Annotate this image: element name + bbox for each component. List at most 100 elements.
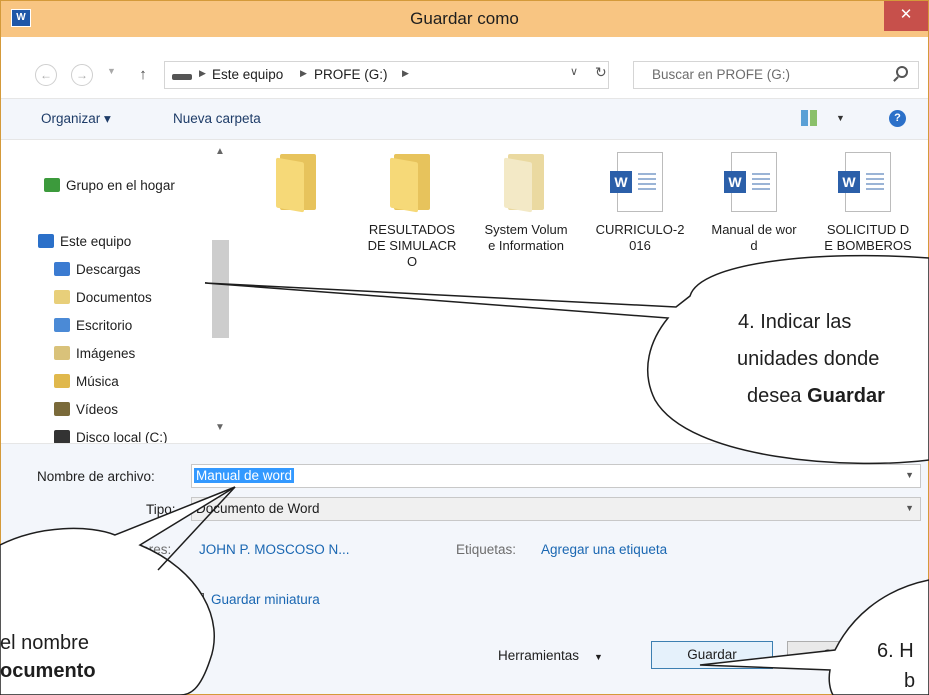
file-name: System Volume Information [484,222,568,253]
filename-label: Nombre de archivo: [37,469,155,484]
sidebar-item-label: Vídeos [76,402,119,417]
callout-4-line3-pre: desea [747,385,808,407]
chevron-down-icon[interactable]: ▼ [905,503,914,513]
drive-icon [54,430,70,443]
breadcrumb-this-pc[interactable]: Este equipo [212,67,283,82]
sidebar-item-label: Documentos [76,290,152,305]
folder-item[interactable] [253,140,343,222]
address-row: ← → ▼ ↑ ▶ Este equipo ▶ PROFE (G:) ▶ ∨ ↻… [1,37,928,97]
save-button[interactable]: Guardar [651,641,773,669]
filename-value[interactable]: Manual de word [194,468,295,483]
sidebar-item-label: Escritorio [76,318,133,333]
folder-icon [504,154,548,213]
sidebar-item-label: Grupo en el hogar [66,178,175,193]
title-bar: W Guardar como ✕ [1,1,928,37]
scroll-up-icon[interactable]: ▲ [215,146,225,157]
documents-icon [54,290,70,304]
view-dropdown-icon[interactable]: ▼ [836,113,845,123]
word-document-icon: W [838,152,891,212]
sidebar-item[interactable]: Disco local (C:) [54,430,168,443]
word-file-item[interactable]: W SOLICITUD DE BOMBEROS [823,140,913,254]
sidebar-item[interactable]: Vídeos [54,402,118,417]
callout-4-line3-bold: Guardar [807,385,885,407]
dialog-title: Guardar como [410,9,519,28]
authors-label: Autores: [121,542,172,557]
breadcrumb-separator-icon: ▶ [402,68,409,78]
sidebar-item[interactable]: Música [54,374,119,389]
up-button[interactable]: ↑ [135,64,151,86]
back-button[interactable]: ← [35,64,57,86]
new-folder-button[interactable]: Nueva carpeta [173,111,261,126]
filename-input[interactable]: Manual de word ▼ [191,464,921,488]
videos-icon [54,402,70,416]
callout-5-line1: el nombre [0,632,89,654]
forward-button[interactable]: → [71,64,93,86]
navigation-pane: Grupo en el hogar Este equipo Descargas Doc… [1,140,231,443]
close-button[interactable]: ✕ [884,1,928,31]
downloads-icon [54,262,70,276]
address-dropdown-icon[interactable]: ∨ [570,65,578,78]
file-name: RESULTADOS DE SIMULACRO [367,222,457,269]
organize-button[interactable]: Organizar ▾ [41,111,111,127]
thumbnail-checkbox[interactable] [188,593,204,609]
recent-locations-dropdown[interactable]: ▼ [107,66,116,76]
refresh-icon[interactable]: ↻ [595,64,607,81]
sidebar-item-label: Este equipo [60,234,132,249]
computer-icon [38,234,54,248]
sidebar-item[interactable]: Escritorio [54,318,132,333]
help-icon[interactable]: ? [889,110,906,127]
pictures-icon [54,346,70,360]
search-icon[interactable] [896,66,908,78]
word-file-item[interactable]: W Manual de word [709,140,799,254]
chevron-down-icon[interactable]: ▼ [905,470,914,480]
type-select[interactable]: Documento de Word ▼ [191,497,921,521]
address-bar[interactable]: ▶ Este equipo ▶ PROFE (G:) ▶ [164,61,609,89]
sidebar-item-label: Descargas [76,262,141,277]
scroll-thumb[interactable] [212,240,229,338]
navigation-scrollbar[interactable]: ▲ ▼ [209,140,231,443]
word-document-icon: W [610,152,663,212]
search-placeholder: Buscar en PROFE (G:) [652,67,791,82]
folder-item[interactable]: System Volume Information [481,140,571,254]
word-file-item[interactable]: W CURRICULO-2016 [595,140,685,254]
view-options-icon[interactable] [801,110,817,126]
thumbnail-label[interactable]: Guardar miniatura [211,592,320,607]
breadcrumb-separator-icon: ▶ [300,68,307,78]
sidebar-item[interactable]: Este equipo [38,234,131,249]
command-bar: Organizar ▾ Nueva carpeta ▼ ? [1,98,928,140]
sidebar-item[interactable]: Descargas [54,262,141,277]
file-name: SOLICITUD DE BOMBEROS [824,222,912,253]
drive-icon [172,74,192,80]
authors-value[interactable]: JOHN P. MOSCOSO N... [199,542,350,557]
type-value: Documento de Word [196,501,320,516]
tools-button[interactable]: Herramientas ▼ [498,648,603,663]
scroll-down-icon[interactable]: ▼ [215,422,225,433]
type-label: Tipo: [146,502,176,517]
save-options-panel: Nombre de archivo: Manual de word ▼ Tipo… [1,443,928,694]
callout-5-bold: ocumento [0,660,96,682]
folder-item[interactable]: RESULTADOS DE SIMULACRO [367,140,457,270]
file-name: Manual de word [711,222,797,253]
word-document-icon: W [724,152,777,212]
tags-label: Etiquetas: [456,542,517,557]
folder-icon [390,154,434,213]
music-icon [54,374,70,388]
sidebar-item[interactable]: Grupo en el hogar [44,178,175,193]
tags-value[interactable]: Agregar una etiqueta [541,542,667,557]
callout-4-line2: unidades donde [737,348,880,370]
breadcrumb-drive[interactable]: PROFE (G:) [314,67,388,82]
callout-4-line3: desea Guardar [747,381,885,412]
sidebar-item[interactable]: Imágenes [54,346,135,361]
chevron-down-icon: ▼ [594,652,603,662]
tools-label: Herramientas [498,648,580,663]
sidebar-item[interactable]: Documentos [54,290,152,305]
search-input[interactable]: Buscar en PROFE (G:) [633,61,919,89]
folder-icon [276,154,320,213]
callout-6-line2: b [904,670,916,692]
breadcrumb-separator-icon: ▶ [199,68,206,78]
callout-4-line1: 4. Indicar las [738,311,852,333]
desktop-icon [54,318,70,332]
file-name: CURRICULO-2016 [595,222,685,253]
homegroup-icon [44,178,60,192]
callout-5-line2: ocumento [0,656,96,687]
